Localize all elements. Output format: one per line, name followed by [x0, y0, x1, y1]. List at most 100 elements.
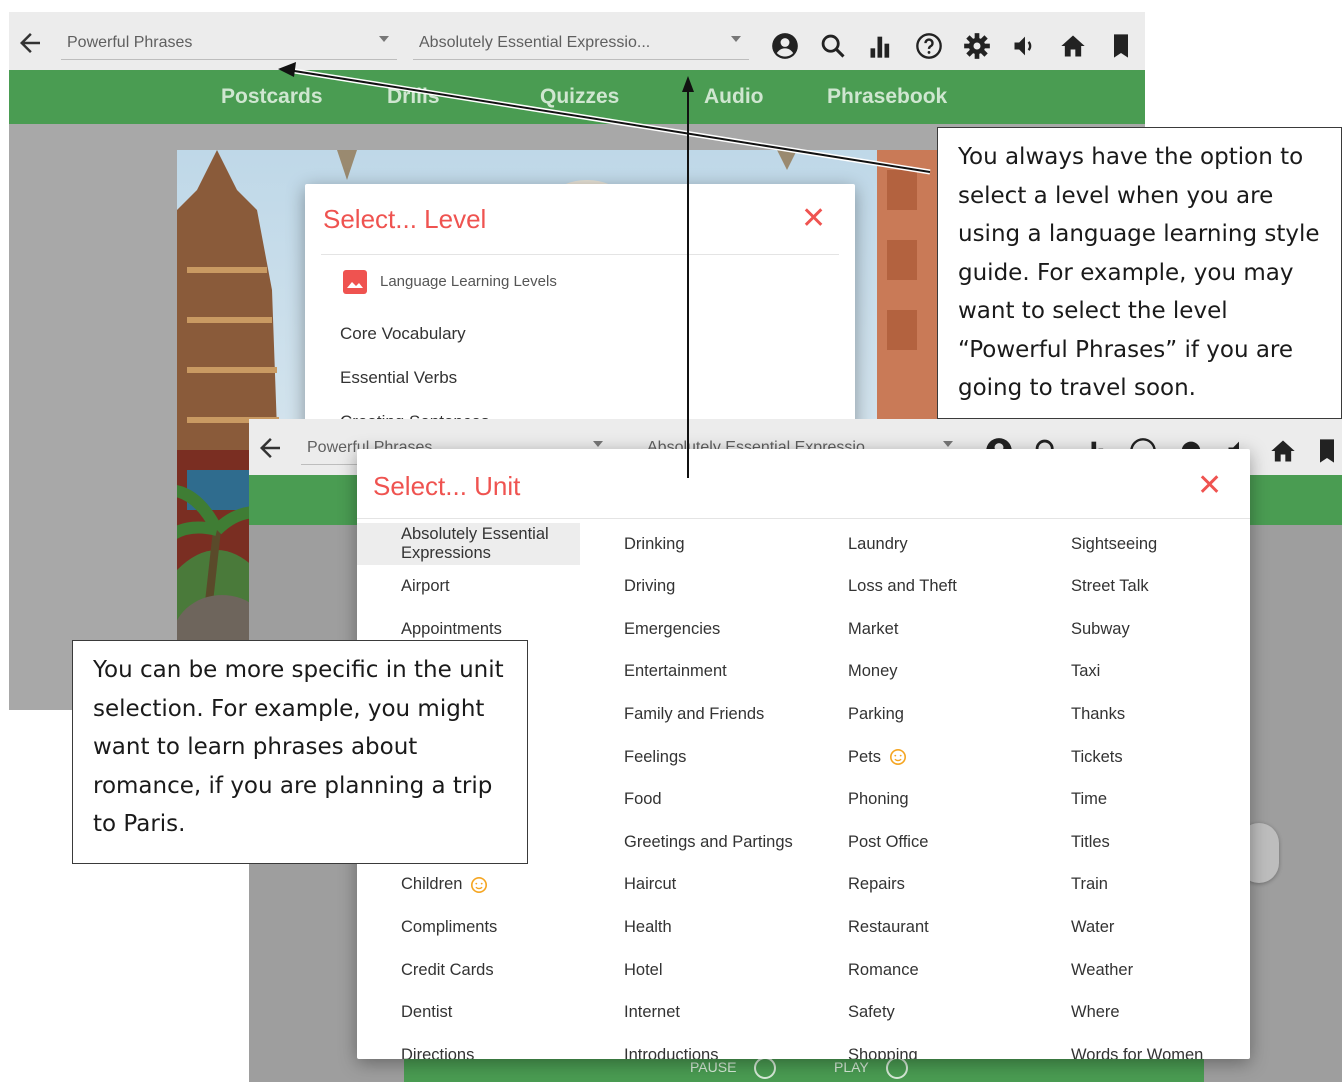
bookmark-icon[interactable]	[1107, 32, 1135, 60]
unit-item-label: Market	[848, 619, 899, 638]
unit-item[interactable]: Repairs	[848, 864, 1038, 906]
unit-item[interactable]: Titles	[1071, 821, 1250, 863]
unit-item[interactable]: Time	[1071, 779, 1250, 821]
unit-item[interactable]: Directions	[401, 1034, 591, 1059]
unit-item[interactable]: Words for Women	[1071, 1034, 1250, 1059]
unit-item[interactable]: Money	[848, 651, 1038, 693]
image-icon	[343, 270, 367, 294]
unit-item-label: Restaurant	[848, 917, 929, 936]
unit-item[interactable]: Introductions	[624, 1034, 814, 1059]
unit-item[interactable]: Haircut	[624, 864, 814, 906]
level-select[interactable]: Powerful Phrases	[61, 28, 397, 60]
unit-item[interactable]: Laundry	[848, 523, 1038, 565]
unit-item[interactable]: Where	[1071, 992, 1250, 1034]
unit-item[interactable]: Weather	[1071, 949, 1250, 991]
account-icon[interactable]	[771, 32, 799, 60]
unit-item[interactable]: Health	[624, 906, 814, 948]
unit-item-label: Food	[624, 790, 662, 809]
chevron-down-icon	[379, 36, 389, 42]
unit-item[interactable]: Shopping	[848, 1034, 1038, 1059]
unit-item-label: Airport	[401, 577, 450, 596]
settings-icon[interactable]	[963, 32, 991, 60]
pause-label[interactable]: PAUSE	[690, 1059, 736, 1075]
home-icon[interactable]	[1059, 32, 1087, 60]
divider	[321, 254, 839, 255]
unit-item[interactable]: Feelings	[624, 736, 814, 778]
unit-item-label: Absolutely Essential Expressions	[401, 525, 549, 562]
unit-item[interactable]: Dentist	[401, 992, 591, 1034]
unit-item-label: Appointments	[401, 619, 502, 638]
unit-item[interactable]: Pets	[848, 736, 1038, 778]
volume-icon[interactable]	[1011, 32, 1039, 60]
unit-item-label: Romance	[848, 960, 919, 979]
unit-item[interactable]: Train	[1071, 864, 1250, 906]
unit-item[interactable]: Credit Cards	[401, 949, 591, 991]
back-arrow-icon[interactable]	[15, 28, 45, 64]
unit-item[interactable]: Airport	[401, 566, 591, 608]
unit-item[interactable]: Absolutely Essential Expressions	[357, 523, 580, 565]
unit-item[interactable]: Greetings and Partings	[624, 821, 814, 863]
chevron-down-icon	[731, 36, 741, 42]
unit-item[interactable]: Parking	[848, 693, 1038, 735]
unit-item[interactable]: Taxi	[1071, 651, 1250, 693]
pause-icon[interactable]	[754, 1057, 776, 1079]
close-icon[interactable]: ✕	[1197, 471, 1222, 501]
level-select-value: Powerful Phrases	[67, 34, 193, 51]
unit-item[interactable]: Romance	[848, 949, 1038, 991]
unit-item[interactable]: Children	[401, 864, 591, 906]
tab-drills[interactable]: Drills	[387, 70, 440, 124]
help-icon[interactable]	[915, 32, 943, 60]
bar-chart-icon[interactable]	[867, 32, 895, 60]
unit-item-label: Subway	[1071, 619, 1130, 638]
unit-item[interactable]: Driving	[624, 566, 814, 608]
unit-item[interactable]: Food	[624, 779, 814, 821]
unit-item-label: Tickets	[1071, 747, 1123, 766]
unit-item-label: Shopping	[848, 1045, 918, 1059]
unit-item[interactable]: Street Talk	[1071, 566, 1250, 608]
unit-item[interactable]: Entertainment	[624, 651, 814, 693]
play-icon[interactable]	[886, 1057, 908, 1079]
unit-item-label: Sightseeing	[1071, 534, 1158, 553]
search-icon[interactable]	[819, 32, 847, 60]
unit-item[interactable]: Tickets	[1071, 736, 1250, 778]
tab-postcards[interactable]: Postcards	[221, 70, 323, 124]
unit-item[interactable]: Emergencies	[624, 608, 814, 650]
unit-item-label: Health	[624, 917, 672, 936]
unit-item-label: Haircut	[624, 875, 677, 894]
tab-audio[interactable]: Audio	[704, 70, 763, 124]
unit-item-label: Emergencies	[624, 619, 721, 638]
level-item[interactable]: Essential Verbs	[340, 368, 457, 388]
unit-item[interactable]: Market	[848, 608, 1038, 650]
unit-item-label: Titles	[1071, 832, 1110, 851]
unit-item[interactable]: Drinking	[624, 523, 814, 565]
unit-item[interactable]: Restaurant	[848, 906, 1038, 948]
unit-item[interactable]: Post Office	[848, 821, 1038, 863]
unit-item[interactable]: Sightseeing	[1071, 523, 1250, 565]
unit-item-label: Thanks	[1071, 704, 1126, 723]
bookmark-icon[interactable]	[1313, 437, 1341, 465]
unit-item[interactable]: Phoning	[848, 779, 1038, 821]
close-icon[interactable]: ✕	[801, 204, 826, 234]
tab-phrasebook[interactable]: Phrasebook	[827, 70, 947, 124]
play-label[interactable]: PLAY	[834, 1059, 869, 1075]
unit-item[interactable]: Compliments	[401, 906, 591, 948]
unit-item-label: Pets	[848, 747, 882, 766]
unit-item-label: Street Talk	[1071, 577, 1149, 596]
unit-item[interactable]: Loss and Theft	[848, 566, 1038, 608]
tab-quizzes[interactable]: Quizzes	[540, 70, 619, 124]
home-icon[interactable]	[1269, 437, 1297, 465]
unit-item[interactable]: Water	[1071, 906, 1250, 948]
unit-item[interactable]: Family and Friends	[624, 693, 814, 735]
unit-select[interactable]: Absolutely Essential Expressio...	[413, 28, 749, 60]
unit-item[interactable]: Hotel	[624, 949, 814, 991]
unit-item[interactable]: Subway	[1071, 608, 1250, 650]
chevron-down-icon	[943, 441, 953, 447]
unit-item-label: Laundry	[848, 534, 908, 553]
back-arrow-icon[interactable]	[255, 433, 285, 469]
unit-item[interactable]: Thanks	[1071, 693, 1250, 735]
unit-item[interactable]: Internet	[624, 992, 814, 1034]
unit-item[interactable]: Safety	[848, 992, 1038, 1034]
unit-item-label: Train	[1071, 875, 1108, 894]
unit-item-label: Introductions	[624, 1045, 719, 1059]
level-item[interactable]: Core Vocabulary	[340, 324, 466, 344]
